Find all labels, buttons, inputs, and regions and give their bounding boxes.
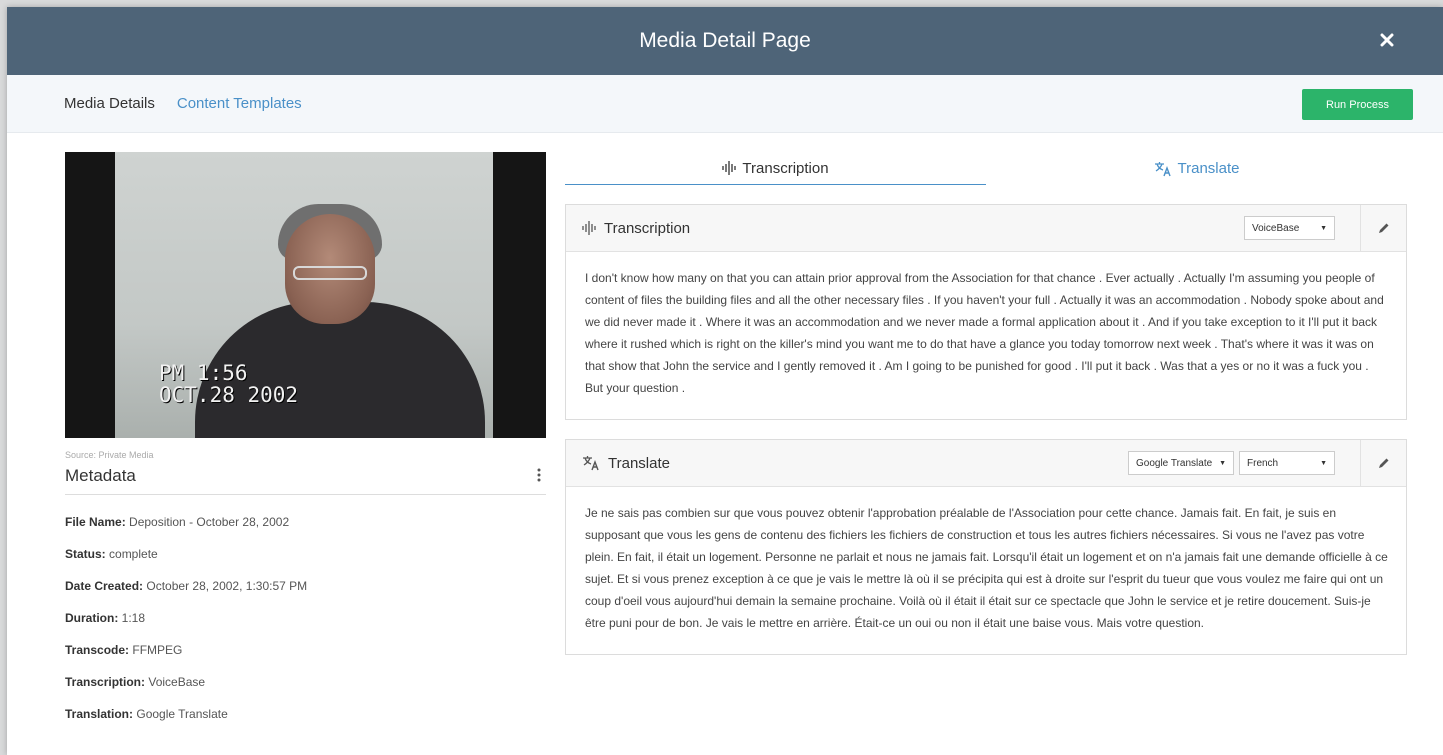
metadata-label: Transcription:: [65, 675, 146, 689]
translate-icon: [583, 456, 599, 471]
content-column: Transcription Translate Transcription Vo…: [565, 152, 1407, 655]
chevron-down-icon: ▼: [1320, 224, 1327, 232]
waveform-icon: [722, 161, 737, 175]
metadata-row: File Name: Deposition - October 28, 2002: [65, 515, 546, 547]
metadata-row: Transcription: VoiceBase: [65, 675, 546, 707]
metadata-row: Status: complete: [65, 547, 546, 579]
metadata-value: Deposition - October 28, 2002: [129, 515, 290, 529]
metadata-list: File Name: Deposition - October 28, 2002…: [65, 515, 546, 739]
run-process-button[interactable]: Run Process: [1302, 89, 1413, 120]
metadata-row: Translation: Google Translate: [65, 707, 546, 739]
source-caption: Source: Private Media: [65, 450, 154, 460]
metadata-label: Duration:: [65, 611, 119, 625]
edit-transcription-button[interactable]: [1360, 205, 1406, 251]
transcription-engine-select[interactable]: VoiceBase ▼: [1244, 216, 1335, 240]
metadata-value: complete: [109, 547, 158, 561]
transcription-engine-value: VoiceBase: [1252, 222, 1300, 234]
translate-language-select[interactable]: French ▼: [1239, 451, 1335, 475]
transcription-engine-selects: VoiceBase ▼: [1244, 216, 1335, 240]
tab-bar: Transcription Translate: [565, 152, 1407, 185]
metadata-title: Metadata: [65, 466, 136, 485]
translate-engine-value: Google Translate: [1136, 457, 1213, 469]
video-timestamp: PM 1:56 OCT.28 2002: [159, 362, 298, 406]
translate-panel-title: Translate: [608, 454, 670, 472]
translate-icon: [1154, 161, 1171, 176]
close-button[interactable]: [1375, 28, 1399, 52]
video-player[interactable]: PM 1:56 OCT.28 2002: [65, 152, 546, 438]
transcription-panel-header: Transcription VoiceBase ▼: [566, 205, 1406, 252]
sub-navigation: Media Details Content Templates Run Proc…: [7, 75, 1443, 133]
metadata-label: Transcode:: [65, 643, 130, 657]
metadata-row: Duration: 1:18: [65, 611, 546, 643]
nav-media-details[interactable]: Media Details: [64, 95, 155, 112]
waveform-icon: [582, 221, 596, 235]
chevron-down-icon: ▼: [1219, 459, 1226, 467]
metadata-value: October 28, 2002, 1:30:57 PM: [146, 579, 308, 593]
metadata-label: Translation:: [65, 707, 134, 721]
metadata-row: Transcode: FFMPEG: [65, 643, 546, 675]
translate-engine-select[interactable]: Google Translate ▼: [1128, 451, 1234, 475]
media-detail-modal: Media Detail Page Media Details Content …: [7, 7, 1443, 755]
kebab-menu-icon: [537, 468, 541, 481]
modal-title: Media Detail Page: [639, 29, 811, 52]
modal-header: Media Detail Page: [7, 7, 1443, 75]
nav-content-templates[interactable]: Content Templates: [177, 95, 302, 112]
close-icon: [1380, 33, 1394, 47]
translate-selects: Google Translate ▼ French ▼: [1128, 451, 1335, 475]
translate-language-value: French: [1247, 457, 1279, 469]
video-subject-glasses: [293, 266, 367, 280]
more-options-button[interactable]: [532, 468, 546, 485]
tab-transcription-label: Transcription: [742, 159, 829, 177]
transcription-panel: Transcription VoiceBase ▼ I don't know h…: [565, 204, 1407, 420]
tab-translate-label: Translate: [1177, 160, 1240, 177]
metadata-row: Date Created: October 28, 2002, 1:30:57 …: [65, 579, 546, 611]
translate-panel: Translate Google Translate ▼ French ▼ Je…: [565, 439, 1407, 655]
chevron-down-icon: ▼: [1320, 459, 1327, 467]
metadata-value: Google Translate: [136, 707, 228, 721]
video-timestamp-date: OCT.28 2002: [159, 383, 299, 407]
translation-text: Je ne sais pas combien sur que vous pouv…: [585, 506, 1388, 630]
transcription-panel-title: Transcription: [604, 219, 691, 237]
metadata-header: Metadata: [65, 466, 546, 495]
video-timestamp-time: PM 1:56: [159, 361, 248, 385]
metadata-label: Date Created:: [65, 579, 144, 593]
tab-translate[interactable]: Translate: [986, 152, 1407, 185]
metadata-label: File Name:: [65, 515, 126, 529]
metadata-value: VoiceBase: [148, 675, 206, 689]
pencil-icon: [1378, 458, 1388, 468]
edit-translation-button[interactable]: [1360, 440, 1406, 486]
metadata-value: 1:18: [121, 611, 146, 625]
pencil-icon: [1378, 223, 1388, 233]
metadata-value: FFMPEG: [132, 643, 183, 657]
transcription-text: I don't know how many on that you can at…: [585, 271, 1384, 395]
media-column: PM 1:56 OCT.28 2002 Source: Private Medi…: [65, 152, 546, 739]
translate-panel-header: Translate Google Translate ▼ French ▼: [566, 440, 1406, 487]
tab-transcription[interactable]: Transcription: [565, 152, 986, 185]
metadata-label: Status:: [65, 547, 106, 561]
